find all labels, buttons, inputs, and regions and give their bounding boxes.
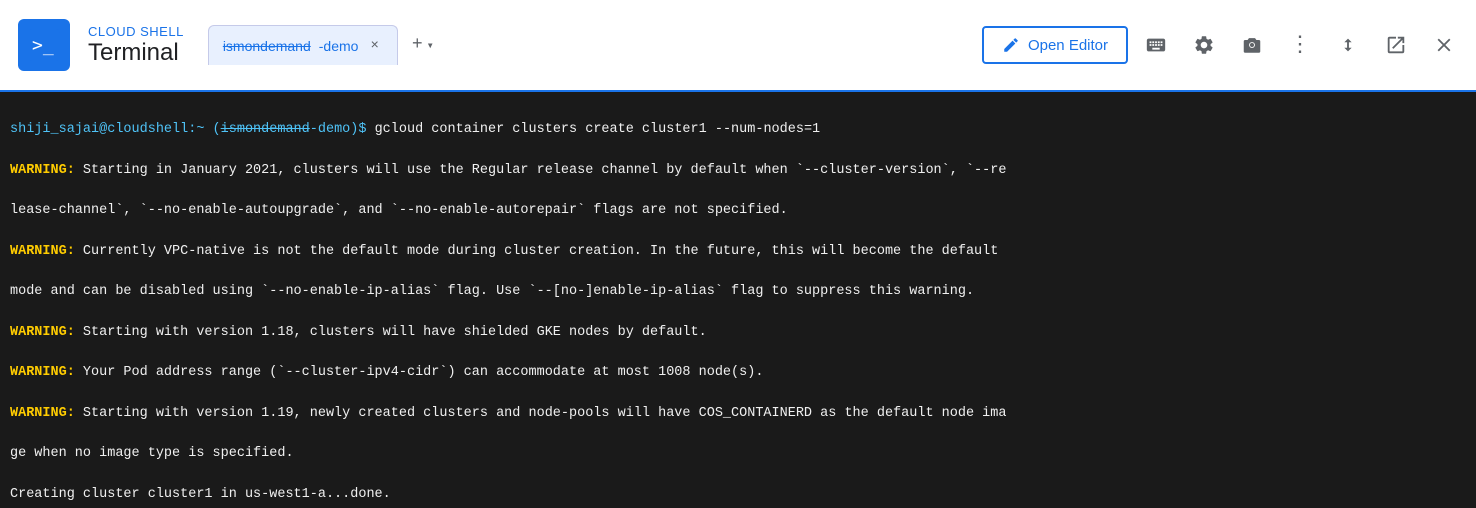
terminal-line-7: WARNING: Your Pod address range (`--clus… [10, 363, 1466, 383]
tab-close-button[interactable]: × [366, 36, 382, 56]
warning-text-2: Currently VPC-native is not the default … [75, 244, 999, 259]
warning-label-4: WARNING: [10, 365, 75, 380]
expand-button[interactable] [1328, 25, 1368, 65]
terminal-line-5: mode and can be disabled using `--no-ena… [10, 282, 1466, 302]
add-tab-chevron: ▾ [427, 38, 434, 53]
terminal-line-2: WARNING: Starting in January 2021, clust… [10, 161, 1466, 181]
warning-label-3: WARNING: [10, 325, 75, 340]
more-icon: ⋮ [1289, 32, 1311, 58]
terminal-logo-icon: >_ [28, 29, 60, 61]
warning-label-5: WARNING: [10, 406, 75, 421]
open-new-button[interactable] [1376, 25, 1416, 65]
open-new-icon [1385, 34, 1407, 56]
terminal-line-10: Creating cluster cluster1 in us-west1-a.… [10, 485, 1466, 505]
camera-button[interactable] [1232, 25, 1272, 65]
pencil-icon [1002, 36, 1020, 54]
cloud-shell-label: CLOUD SHELL [88, 24, 184, 39]
open-editor-label: Open Editor [1028, 37, 1108, 54]
terminal-line-1: shiji_sajai@cloudshell:~ (ismondemand-de… [10, 120, 1466, 140]
warning-text-3: Starting with version 1.18, clusters wil… [75, 325, 707, 340]
warning-text-5: Starting with version 1.19, newly create… [75, 406, 1007, 421]
more-button[interactable]: ⋮ [1280, 25, 1320, 65]
tab-label-strikethrough: ismondemand [223, 38, 311, 54]
close-icon [1433, 34, 1455, 56]
close-button[interactable] [1424, 25, 1464, 65]
settings-icon [1193, 34, 1215, 56]
tab-label-suffix: -demo [319, 38, 359, 54]
terminal-area[interactable]: shiji_sajai@cloudshell:~ (ismondemand-de… [0, 92, 1476, 508]
terminal-line-4: WARNING: Currently VPC-native is not the… [10, 242, 1466, 262]
terminal-line-9: ge when no image type is specified. [10, 444, 1466, 464]
expand-icon [1337, 34, 1359, 56]
warning-text-1: Starting in January 2021, clusters will … [75, 163, 1007, 178]
warning-label-1: WARNING: [10, 163, 75, 178]
keyboard-button[interactable] [1136, 25, 1176, 65]
prompt-1: shiji_sajai@cloudshell:~ (ismondemand-de… [10, 122, 366, 137]
creating-line: Creating cluster cluster1 in us-west1-a.… [10, 487, 391, 502]
terminal-line-3: lease-channel`, `--no-enable-autoupgrade… [10, 201, 1466, 221]
svg-text:>_: >_ [32, 35, 54, 56]
terminal-label: Terminal [88, 39, 184, 67]
terminal-line-8: WARNING: Starting with version 1.19, new… [10, 404, 1466, 424]
camera-icon [1241, 34, 1263, 56]
warning-label-2: WARNING: [10, 244, 75, 259]
toolbar-actions: Open Editor ⋮ [982, 25, 1464, 65]
topbar: >_ CLOUD SHELL Terminal ismondemand -demo… [0, 0, 1476, 92]
warning-text-4: Your Pod address range (`--cluster-ipv4-… [75, 365, 764, 380]
terminal-line-6: WARNING: Starting with version 1.18, clu… [10, 323, 1466, 343]
add-tab-icon: + [412, 35, 423, 55]
settings-button[interactable] [1184, 25, 1224, 65]
title-area: CLOUD SHELL Terminal [88, 24, 184, 67]
logo-box: >_ [18, 19, 70, 71]
keyboard-icon [1145, 34, 1167, 56]
command-1: gcloud container clusters create cluster… [366, 122, 820, 137]
logo-area: >_ [12, 13, 76, 77]
open-editor-button[interactable]: Open Editor [982, 26, 1128, 64]
active-tab[interactable]: ismondemand -demo × [208, 25, 398, 65]
tabs-area: ismondemand -demo × + ▾ Open Editor [208, 25, 1464, 65]
add-tab-button[interactable]: + ▾ [402, 29, 444, 61]
